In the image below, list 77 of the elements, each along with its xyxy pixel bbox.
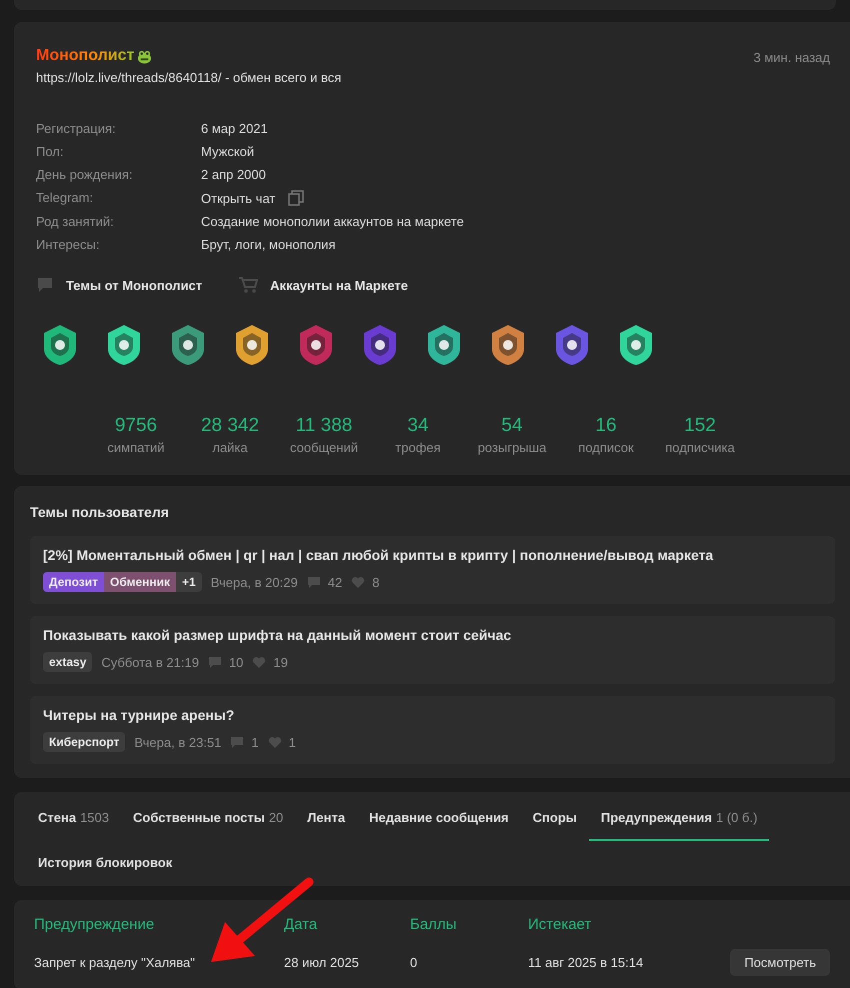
thread-tag[interactable]: Обменник [104,572,176,592]
heart-icon [351,576,366,588]
stat-label: сообщений [290,440,358,455]
thread-date: Суббота в 21:19 [101,654,199,670]
heart-icon [268,736,282,748]
copy-icon[interactable] [288,190,304,206]
stat-value[interactable]: 152 [684,415,716,437]
stat-value[interactable]: 28 342 [200,415,260,437]
info-value: 6 мар 2021 [201,121,268,136]
info-label: Интересы: [36,237,100,252]
speech-bubble-icon [36,276,54,294]
stat-label: трофея [395,440,441,455]
profile-tab[interactable]: Собственные посты 20 [121,796,296,841]
profile-tab[interactable]: Стена 1503 [26,796,121,841]
thread-tag[interactable]: Депозит [43,572,104,592]
profile-tab[interactable]: Лента [295,796,358,841]
reply-count: 42 [328,574,342,590]
stat-value[interactable]: 34 [407,415,429,437]
info-label: День рождения: [36,167,134,182]
profile-tab[interactable]: Недавние сообщения [357,796,521,841]
thread-date: Вчера, в 23:51 [134,734,222,750]
column-header: Предупреждение [34,916,156,933]
section-title: Темы пользователя [30,504,170,520]
profile-tab[interactable]: История блокировок [26,841,184,886]
thread-title[interactable]: Читеры на турнире арены? [43,707,822,723]
reply-count: 1 [251,734,259,750]
profile-tab[interactable]: Предупреждения 1 (0 б.) [588,796,770,841]
stat-label: лайка [212,440,248,455]
comment-icon [208,656,222,668]
stat-label: розыгрыша [478,440,546,455]
like-count: 1 [288,734,296,750]
comment-icon [306,576,321,588]
stat-value[interactable]: 9756 [114,415,158,437]
table-cell-text: Запрет к разделу "Халява" [34,955,196,970]
stat-value[interactable]: 54 [501,415,523,437]
info-value: Брут, логи, монополия [201,237,336,252]
view-button[interactable]: Посмотреть [730,949,830,976]
cart-icon [238,276,258,294]
frog-icon [137,48,152,64]
info-value: Мужской [201,144,254,159]
stat-value[interactable]: 11 388 [296,415,352,437]
thread-title[interactable]: Показывать какой размер шрифта на данный момент стоит сейчас [43,627,822,643]
thread-card[interactable]: [2%] Моментальный обмен | qr | нал | свап любой крипты в крипту | пополнение/вывод маркета Депозит Обменник +1 Вчера, в 20:29 42 8 [30,536,835,604]
column-header: Дата [284,916,318,933]
thread-title[interactable]: [2%] Моментальный обмен | qr | нал | свап любой крипты в крипту | пополнение/вывод маркета [43,547,822,563]
info-value: Создание монополии аккаунтов на маркете [201,214,464,229]
profile-tab[interactable]: Споры [520,796,589,841]
table-cell-text: 11 авг 2025 в 15:14 [528,955,644,970]
table-cell-text: 28 июл 2025 [284,955,360,970]
info-label: Род занятий: [36,214,115,229]
thread-tag[interactable]: extasy [43,652,92,672]
column-header: Баллы [410,916,458,933]
thread-card[interactable]: Показывать какой размер шрифта на данный момент стоит сейчас extasy Суббота в 21:19 10 19 [30,616,835,684]
stat-value[interactable]: 16 [595,415,617,437]
timestamp: 3 мин. назад [754,50,830,65]
stat-label: симпатий [107,440,165,455]
heart-icon [252,656,266,668]
thread-tag[interactable]: +1 [176,572,202,592]
stat-label: подписчика [665,440,735,455]
info-value: 2 апр 2000 [201,167,266,182]
column-header: Истекает [528,916,592,933]
market-link[interactable]: Аккаунты на Маркете [238,276,408,294]
threads-link[interactable]: Темы от Монополист [36,276,202,294]
like-count: 8 [372,574,380,590]
thread-card[interactable]: Читеры на турнире арены? Киберспорт Вчера, в 23:51 1 1 [30,696,835,764]
reply-count: 10 [228,654,244,670]
thread-date: Вчера, в 20:29 [210,574,298,590]
comment-icon [230,736,244,748]
status-text: https://lolz.live/threads/8640118/ - обмен всего и вся [36,70,342,85]
info-label: Регистрация: [36,121,117,136]
table-cell-text: 0 [410,955,418,970]
thread-tag[interactable]: Киберспорт [43,732,126,752]
telegram-link[interactable]: Открыть чат [201,190,276,206]
stat-label: подписок [578,440,634,455]
like-count: 19 [273,654,288,670]
info-label: Пол: [36,144,64,159]
info-label: Telegram: [36,190,94,206]
